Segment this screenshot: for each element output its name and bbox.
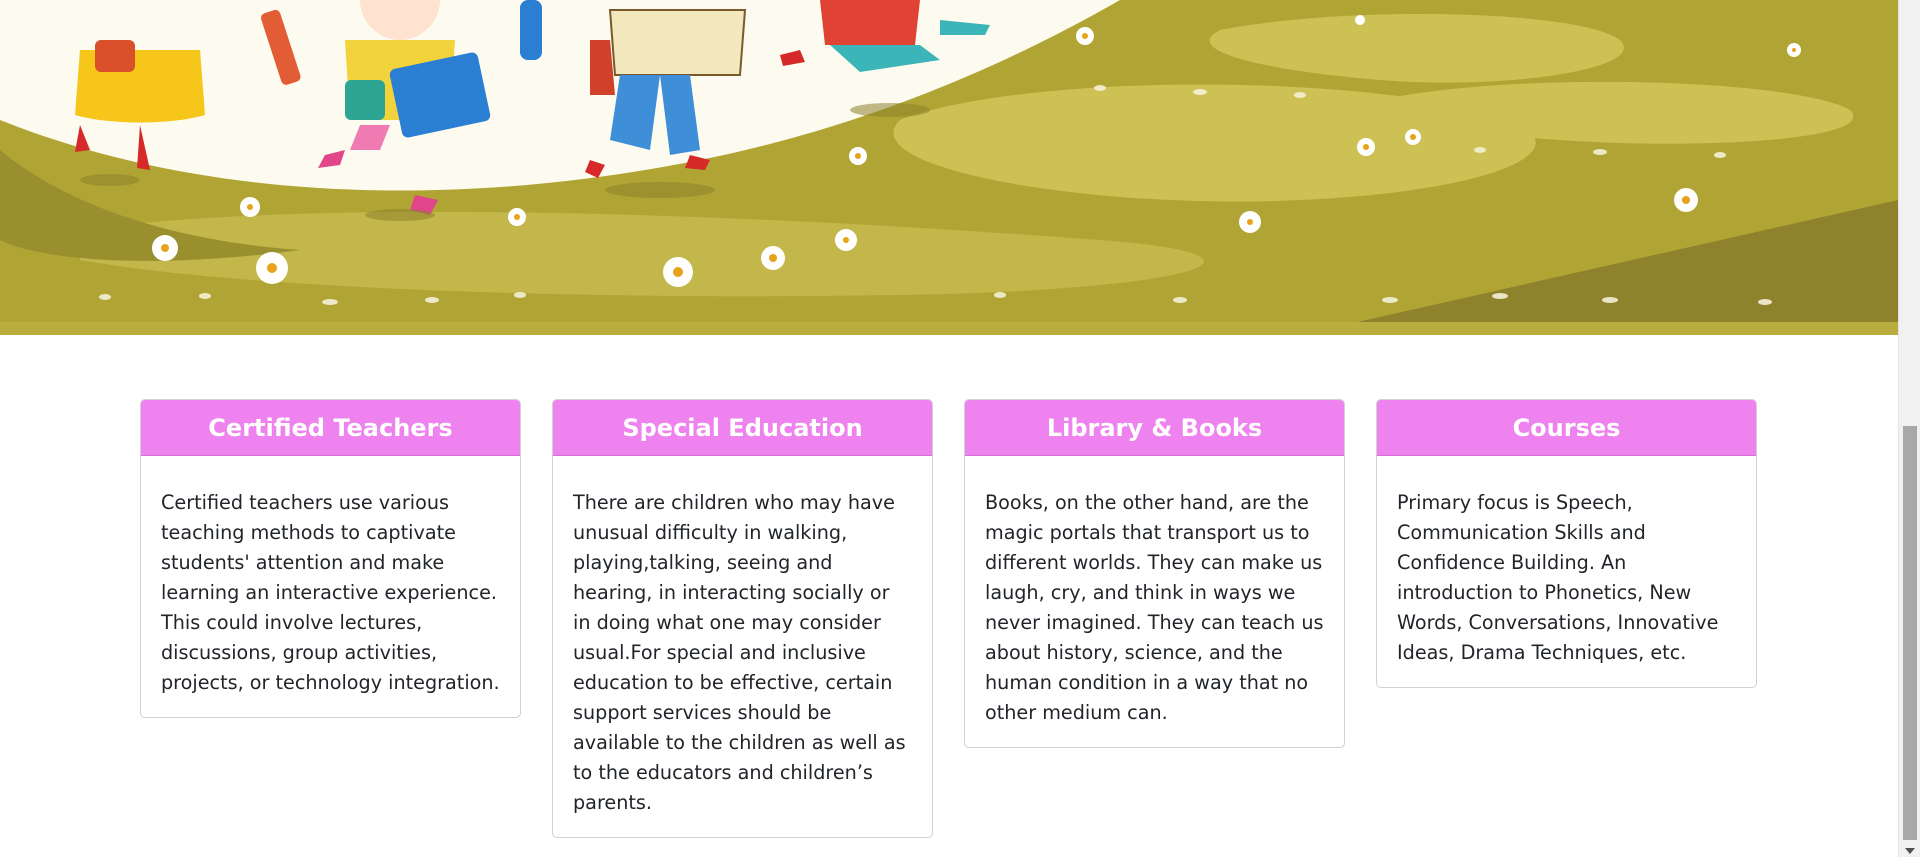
- card-text: Certified teachers use various teaching …: [161, 491, 500, 694]
- hero-banner: [0, 0, 1898, 335]
- card-body: Certified teachers use various teaching …: [141, 456, 520, 717]
- feature-card-library-books: Library & Books Books, on the other hand…: [964, 399, 1345, 748]
- card-text: There are children who may have unusual …: [573, 491, 906, 814]
- feature-card-certified-teachers: Certified Teachers Certified teachers us…: [140, 399, 521, 718]
- card-text: Books, on the other hand, are the magic …: [985, 491, 1324, 724]
- scroll-down-arrow-icon[interactable]: [1905, 848, 1915, 854]
- card-title: Special Education: [553, 400, 932, 456]
- card-title: Courses: [1377, 400, 1756, 456]
- feature-card-special-education: Special Education There are children who…: [552, 399, 933, 838]
- page: Certified Teachers Certified teachers us…: [0, 0, 1898, 857]
- feature-card-courses: Courses Primary focus is Speech, Communi…: [1376, 399, 1757, 688]
- card-title: Library & Books: [965, 400, 1344, 456]
- card-text: Primary focus is Speech, Communication S…: [1397, 491, 1719, 664]
- card-body: Books, on the other hand, are the magic …: [965, 456, 1344, 747]
- scrollbar-thumb[interactable]: [1903, 426, 1917, 840]
- card-body: Primary focus is Speech, Communication S…: [1377, 456, 1756, 687]
- card-body: There are children who may have unusual …: [553, 456, 932, 837]
- kids-meadow-illustration: [0, 0, 1898, 335]
- card-title: Certified Teachers: [141, 400, 520, 456]
- vertical-scrollbar[interactable]: [1898, 0, 1920, 857]
- features-section: Certified Teachers Certified teachers us…: [140, 399, 1760, 838]
